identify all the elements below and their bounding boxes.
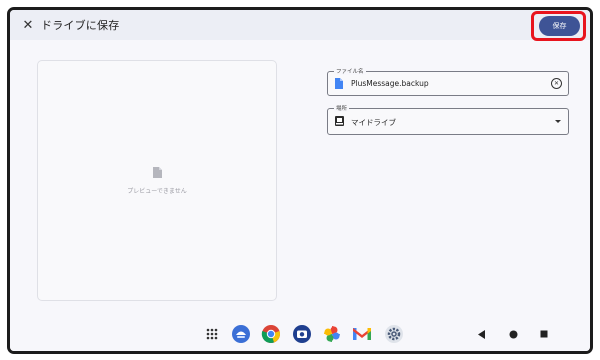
save-button[interactable]: 保存 <box>539 16 580 36</box>
location-select[interactable]: マイドライブ <box>351 117 396 128</box>
app-drawer-icon[interactable] <box>201 323 223 345</box>
preview-panel: プレビューできません <box>37 60 277 301</box>
back-icon[interactable] <box>478 330 486 339</box>
filename-input[interactable]: PlusMessage.backup <box>351 79 429 88</box>
file-icon <box>335 78 343 89</box>
photos-icon[interactable] <box>321 323 343 345</box>
chrome-icon[interactable] <box>260 323 282 345</box>
location-field[interactable]: 場所 マイドライブ <box>327 104 569 135</box>
messenger-app-icon[interactable] <box>230 323 252 345</box>
drive-icon <box>335 116 344 126</box>
filename-label: ファイル名 <box>334 67 366 75</box>
camera-icon[interactable] <box>291 323 313 345</box>
location-label: 場所 <box>334 104 350 112</box>
preview-message: プレビューできません <box>127 187 187 195</box>
recents-icon[interactable] <box>540 330 548 338</box>
settings-icon[interactable] <box>383 323 405 345</box>
filename-field[interactable]: ファイル名 PlusMessage.backup ✕ <box>327 67 569 96</box>
document-icon <box>152 166 162 178</box>
close-icon[interactable]: ✕ <box>19 16 37 34</box>
home-icon[interactable] <box>509 330 518 339</box>
device-frame: ✕ ドライブに保存 保存 プレビューできません ファイル名 PlusMessag… <box>7 7 593 354</box>
dropdown-arrow-icon[interactable] <box>555 120 561 123</box>
system-navbar <box>10 320 590 351</box>
gmail-icon[interactable] <box>351 323 373 345</box>
clear-circle-icon[interactable]: ✕ <box>551 78 562 89</box>
page-title: ドライブに保存 <box>41 19 120 32</box>
app-bar: ✕ ドライブに保存 保存 <box>10 10 590 41</box>
